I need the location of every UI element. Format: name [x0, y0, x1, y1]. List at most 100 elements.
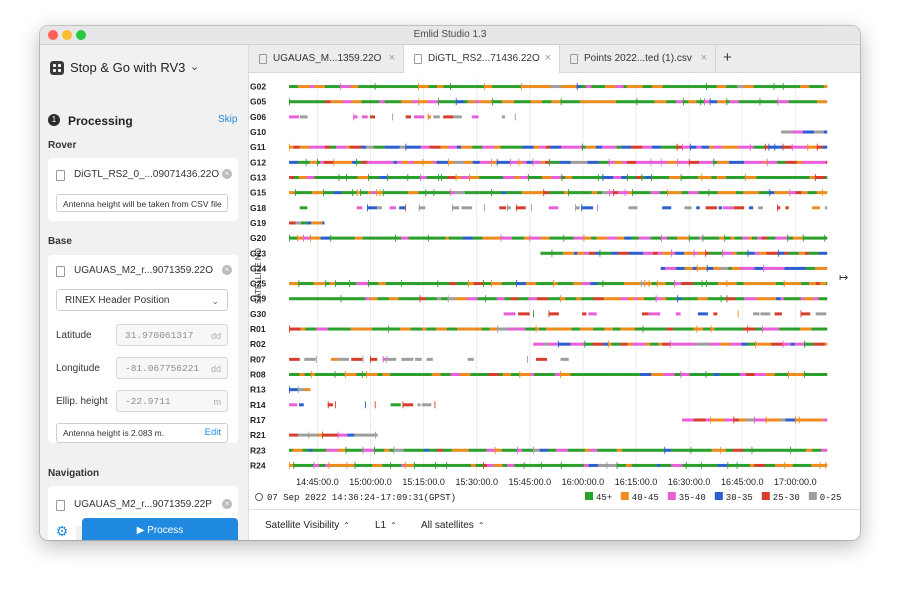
settings-gear-icon[interactable]: ⚙ — [48, 518, 76, 540]
remove-base-file-button[interactable]: × — [222, 265, 232, 275]
signal-segment — [703, 342, 711, 346]
signal-segment — [433, 191, 441, 195]
signal-tick — [532, 446, 534, 454]
signal-tick — [769, 189, 771, 197]
signal-segment — [294, 191, 305, 195]
tab-digtl-observation[interactable]: DiGTL_RS2...71436.22O × — [404, 45, 560, 73]
signal-segment — [396, 176, 408, 179]
signal-segment — [405, 115, 411, 119]
signal-segment — [304, 388, 311, 392]
signal-segment — [583, 463, 589, 467]
edit-antenna-button[interactable]: Edit — [205, 424, 221, 442]
band-dropdown[interactable]: L1 ⌃ — [375, 520, 397, 531]
signal-segment — [650, 160, 661, 164]
signal-segment — [519, 100, 531, 104]
add-tab-button[interactable]: + — [723, 49, 732, 66]
signal-segment — [754, 266, 764, 270]
signal-segment — [776, 282, 784, 286]
signal-segment — [328, 463, 337, 467]
x-tick-label: 16:15:00.0 — [615, 477, 658, 487]
antenna-height-text: Antenna height is 2.083 m. — [63, 428, 165, 438]
signal-segment — [774, 145, 783, 149]
signal-tick — [602, 174, 604, 181]
signal-segment — [631, 463, 644, 467]
signal-segment — [551, 85, 562, 89]
signal-tick — [693, 249, 695, 257]
longitude-field[interactable]: -81.067756221 dd — [116, 357, 228, 379]
signal-tick — [567, 189, 569, 197]
signal-segment — [346, 145, 350, 149]
signal-tick — [491, 189, 492, 197]
signal-tick — [755, 340, 756, 348]
remove-rover-file-button[interactable]: × — [222, 169, 232, 179]
signal-tick — [765, 416, 767, 424]
signal-segment — [381, 297, 389, 301]
signal-segment — [361, 145, 367, 149]
signal-segment — [520, 176, 528, 179]
signal-segment — [724, 236, 731, 240]
remove-navigation-file-button[interactable]: × — [222, 499, 232, 509]
signal-segment — [309, 85, 315, 89]
signal-tick — [744, 174, 746, 181]
signal-tick — [490, 280, 492, 288]
signal-segment — [582, 312, 587, 316]
close-tab-icon[interactable]: × — [389, 52, 395, 64]
signal-segment — [417, 373, 423, 376]
signal-tick — [774, 143, 776, 151]
signal-segment — [595, 251, 600, 255]
signal-segment — [662, 206, 672, 210]
process-button[interactable]: ▶ Process — [82, 518, 238, 540]
signal-segment — [783, 297, 791, 301]
signal-tick — [543, 189, 545, 197]
signal-segment — [367, 206, 378, 210]
filter-dropdown[interactable]: All satellites ⌃ — [421, 520, 485, 531]
signal-segment — [551, 176, 562, 179]
signal-segment — [792, 463, 802, 467]
signal-tick — [751, 446, 753, 454]
signal-segment — [433, 160, 437, 164]
signal-segment — [295, 221, 302, 225]
signal-segment — [717, 418, 725, 422]
resize-handle-icon[interactable]: ↦ — [839, 271, 848, 284]
signal-segment — [696, 327, 704, 331]
signal-segment — [322, 221, 325, 225]
signal-tick — [496, 158, 498, 166]
signal-segment — [351, 100, 362, 104]
project-selector[interactable]: Stop & Go with RV3 ⌄ — [48, 53, 244, 83]
skip-link[interactable]: Skip — [218, 114, 237, 125]
signal-segment — [669, 85, 674, 89]
signal-tick — [506, 204, 508, 212]
file-icon — [414, 54, 422, 64]
x-tick-label: 14:45:00.0 — [296, 477, 339, 487]
signal-segment — [367, 191, 372, 195]
tab-ugauas-observation[interactable]: UGAUAS_M...1359.22O × — [249, 45, 404, 72]
signal-tick — [778, 249, 780, 257]
signal-segment — [331, 433, 338, 437]
latitude-field[interactable]: 31.970061317 dd — [116, 324, 228, 346]
signal-segment — [771, 266, 781, 270]
signal-segment — [515, 191, 522, 195]
base-position-select[interactable]: RINEX Header Position ⌄ — [56, 289, 228, 311]
signal-segment — [467, 100, 476, 104]
close-tab-icon[interactable]: × — [545, 52, 551, 64]
signal-segment — [716, 85, 727, 89]
tab-points-csv[interactable]: Points 2022...ted (1).csv × — [560, 45, 716, 72]
signal-segment — [719, 236, 725, 240]
signal-tick — [584, 340, 586, 348]
signal-tick — [483, 461, 485, 469]
signal-segment — [744, 176, 753, 179]
satellite-label: G10 — [250, 127, 266, 137]
close-tab-icon[interactable]: × — [701, 52, 707, 64]
signal-segment — [590, 100, 601, 104]
view-dropdown[interactable]: Satellite Visibility ⌃ — [265, 520, 350, 531]
signal-segment — [675, 251, 684, 255]
legend-label: 45+ — [596, 493, 612, 503]
signal-tick — [824, 234, 826, 242]
signal-segment — [562, 327, 572, 331]
signal-segment — [753, 191, 759, 195]
chevron-down-icon: ⌄ — [190, 61, 200, 73]
signal-segment — [648, 327, 655, 331]
latitude-label: Latitude — [56, 330, 92, 341]
signal-tick — [289, 386, 291, 394]
ellipsoidal-height-field[interactable]: -22.9711 m — [116, 390, 228, 412]
